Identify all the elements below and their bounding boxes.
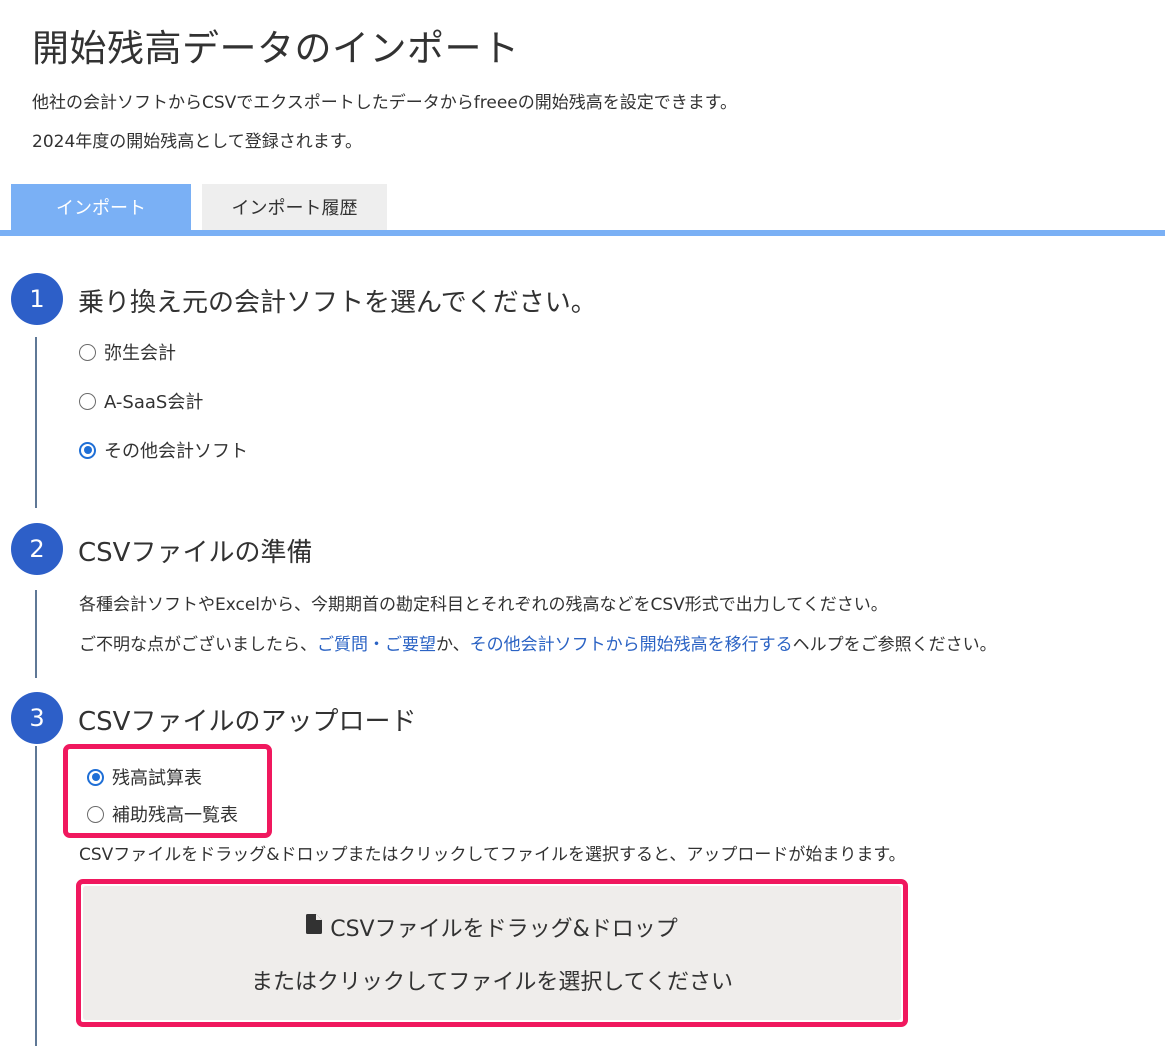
- radio-button-selected[interactable]: [87, 768, 104, 786]
- csv-prep-instruction: 各種会計ソフトやExcelから、今期期首の勘定科目とそれぞれの残高などをCSV形…: [79, 595, 888, 615]
- radio-sub-balance-list[interactable]: 補助残高一覧表: [87, 801, 238, 827]
- radio-asaas[interactable]: A-SaaS会計: [79, 388, 203, 414]
- page-title: 開始残高データのインポート: [32, 27, 520, 70]
- dropzone-subtitle: またはクリックしてファイルを選択してください: [250, 970, 734, 995]
- help-text: ご不明な点がございましたら、ご質問・ご要望か、その他会計ソフトから開始残高を移行…: [79, 630, 997, 655]
- radio-button[interactable]: [79, 343, 96, 361]
- tab-underline: [0, 230, 1165, 236]
- step-connector: [35, 746, 37, 1046]
- fiscal-year-note: 2024年度の開始残高として登録されます。: [32, 132, 363, 152]
- radio-label: 補助残高一覧表: [112, 805, 238, 826]
- csv-dropzone[interactable]: CSVファイルをドラッグ&ドロップ またはクリックしてファイルを選択してください: [83, 886, 901, 1020]
- radio-label: 残高試算表: [112, 768, 202, 789]
- step-1-number: 1: [11, 273, 63, 325]
- radio-label: 弥生会計: [104, 343, 176, 364]
- upload-instruction: CSVファイルをドラッグ&ドロップまたはクリックしてファイルを選択すると、アップ…: [79, 845, 906, 865]
- help-text-mid: か、: [436, 635, 470, 655]
- link-questions-requests[interactable]: ご質問・ご要望: [317, 635, 436, 655]
- radio-other-software[interactable]: その他会計ソフト: [79, 437, 248, 463]
- dropzone-title-text: CSVファイルをドラッグ&ドロップ: [330, 917, 678, 942]
- page-description: 他社の会計ソフトからCSVでエクスポートしたデータからfreeeの開始残高を設定…: [32, 93, 738, 113]
- step-3-title: CSVファイルのアップロード: [78, 707, 417, 737]
- step-connector: [35, 337, 37, 508]
- radio-trial-balance[interactable]: 残高試算表: [87, 764, 202, 790]
- help-text-suffix: ヘルプをご参照ください。: [792, 635, 997, 655]
- radio-yayoi[interactable]: 弥生会計: [79, 339, 176, 365]
- radio-button-selected[interactable]: [79, 441, 96, 459]
- radio-button[interactable]: [79, 392, 96, 410]
- step-2-title: CSVファイルの準備: [78, 538, 313, 568]
- radio-label: その他会計ソフト: [104, 441, 248, 462]
- link-migrate-help[interactable]: その他会計ソフトから開始残高を移行する: [470, 635, 793, 655]
- radio-button[interactable]: [87, 805, 104, 823]
- dropzone-title: CSVファイルをドラッグ&ドロップ: [83, 911, 901, 943]
- step-2-number: 2: [11, 523, 63, 575]
- step-1-title: 乗り換え元の会計ソフトを選んでください。: [78, 288, 597, 318]
- step-3-number: 3: [11, 692, 63, 744]
- tab-import-history[interactable]: インポート履歴: [202, 184, 387, 230]
- tab-bar: インポート インポート履歴: [0, 184, 1165, 236]
- tab-import[interactable]: インポート: [11, 184, 191, 230]
- radio-label: A-SaaS会計: [104, 392, 204, 413]
- file-icon: [306, 914, 323, 940]
- step-connector: [35, 590, 37, 678]
- help-text-prefix: ご不明な点がございましたら、: [79, 635, 317, 655]
